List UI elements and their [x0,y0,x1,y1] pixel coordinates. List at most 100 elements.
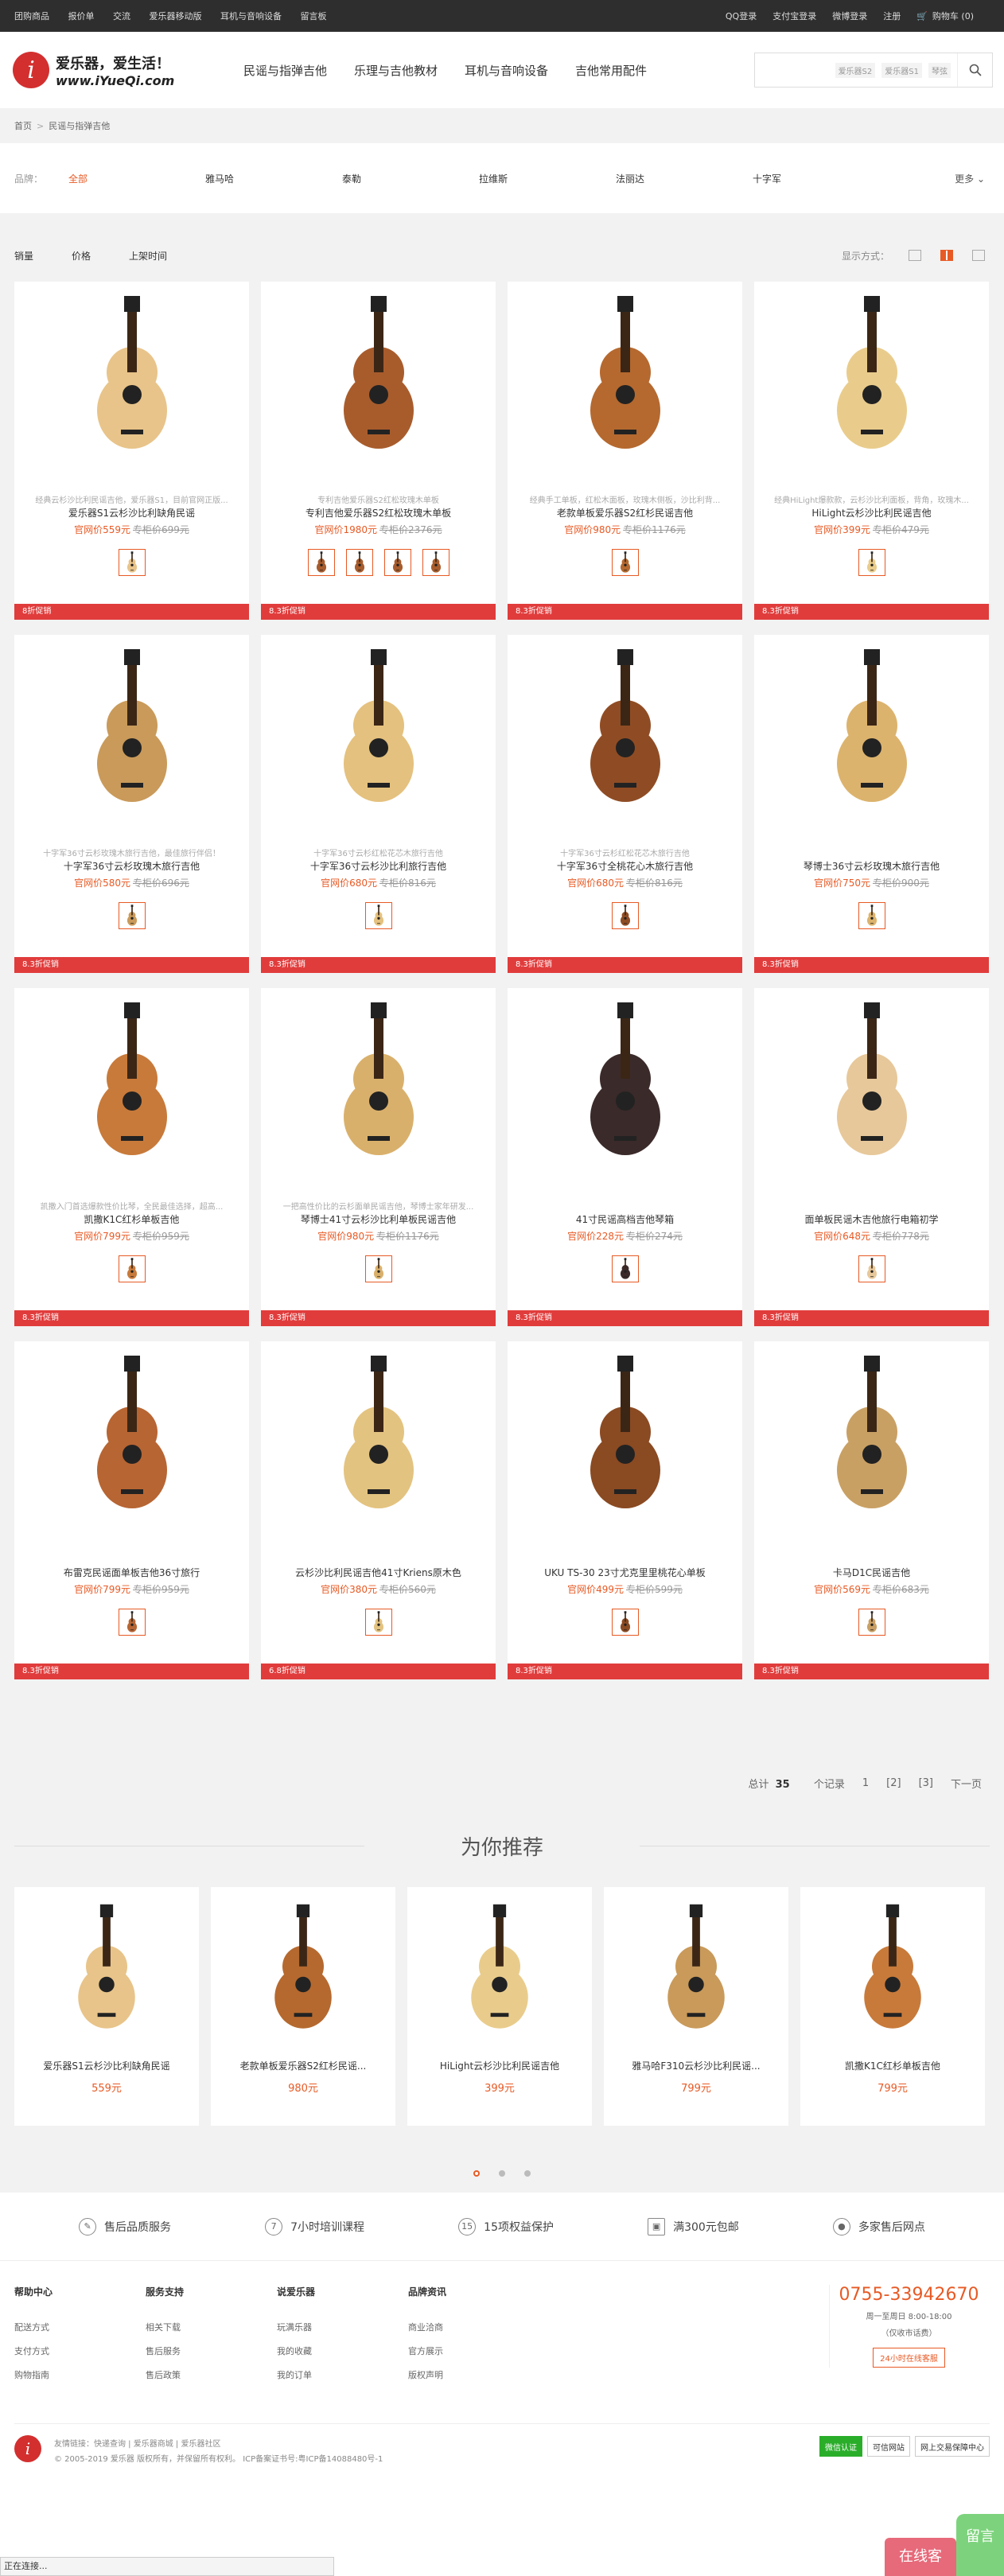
sort-newest[interactable]: 上架时间 [129,249,167,263]
brand-taylor[interactable]: 泰勒 [342,172,479,185]
product-thumb[interactable] [118,549,146,576]
product-image[interactable] [808,1002,936,1162]
product-image[interactable] [315,296,442,455]
carousel-dot[interactable] [524,2170,531,2177]
product-image[interactable] [315,1002,442,1162]
footer-link[interactable]: 支付方式 [14,2344,53,2357]
product-thumb[interactable] [345,549,373,576]
product-thumb[interactable] [383,549,411,576]
product-thumb[interactable] [364,1609,392,1636]
product-image[interactable] [315,1356,442,1515]
recommend-image[interactable] [841,1901,944,2037]
top-link[interactable]: 报价单 [68,11,95,21]
product-image[interactable] [68,296,196,455]
product-thumb[interactable] [307,549,335,576]
product-name[interactable]: 布雷克民谣面单板吉他36寸旅行 [14,1566,249,1579]
recommend-image[interactable] [55,1901,158,2037]
product-name[interactable]: HiLight云杉沙比利民谣吉他 [754,506,989,519]
nav-audio[interactable]: 耳机与音响设备 [465,62,548,79]
footer-link[interactable]: 商业洽商 [408,2321,446,2333]
product-name[interactable]: 专利吉他爱乐器S2红松玫瑰木单板 [261,506,496,519]
footer-link[interactable]: 玩满乐器 [277,2321,315,2333]
brand-crusader[interactable]: 十字军 [753,172,889,185]
breadcrumb-home[interactable]: 首页 [14,119,32,132]
recommend-name[interactable]: 雅马哈F310云杉沙比利民谣... [604,2059,788,2072]
search-button[interactable] [957,53,992,87]
product-thumb[interactable] [118,1609,146,1636]
footer-link[interactable]: 相关下载 [146,2321,184,2333]
product-name[interactable]: 琴博士41寸云杉沙比利单板民谣吉他 [261,1212,496,1226]
footer-link[interactable]: 售后政策 [146,2368,184,2381]
product-image[interactable] [68,1002,196,1162]
product-name[interactable]: 十字军36寸全桃花心木旅行吉他 [508,859,742,873]
recommend-card[interactable]: HiLight云杉沙比利民谣吉他 399元 [407,1887,592,2126]
product-name[interactable]: UKU TS-30 23寸尤克里里桃花心单板 [508,1566,742,1579]
recommend-card[interactable]: 老款单板爱乐器S2红杉民谣... 980元 [211,1887,395,2126]
footer-link[interactable]: 我的收藏 [277,2344,315,2357]
product-image[interactable] [562,296,689,455]
product-thumb[interactable] [858,1255,885,1282]
brand-all[interactable]: 全部 [68,172,205,185]
text-view-icon[interactable] [972,250,985,261]
alipay-login-link[interactable]: 支付宝登录 [772,10,816,22]
product-card[interactable]: 经典手工单板，红松木面板，玫瑰木侧板，沙比利背... 老款单板爱乐器S2红杉民谣吉… [508,282,742,620]
product-name[interactable]: 琴博士36寸云杉玫瑰木旅行吉他 [754,859,989,873]
list-view-icon[interactable] [909,250,921,261]
recommend-name[interactable]: 爱乐器S1云杉沙比利缺角民谣 [14,2059,199,2072]
brand-more-button[interactable]: 更多 ⌄ [955,172,985,185]
product-card[interactable]: 十字军36寸云杉红松花芯木旅行吉他 十字军36寸全桃花心木旅行吉他 官网价680元专… [508,635,742,973]
product-image[interactable] [562,1356,689,1515]
nav-theory-books[interactable]: 乐理与吉他教材 [354,62,438,79]
top-link[interactable]: 爱乐器移动版 [150,11,202,21]
recommend-card[interactable]: 雅马哈F310云杉沙比利民谣... 799元 [604,1887,788,2126]
product-image[interactable] [808,296,936,455]
product-thumb[interactable] [611,549,639,576]
top-link[interactable]: 留言板 [301,11,327,21]
site-logo[interactable]: i 爱乐器，爱生活！ www.iYueQi.com [13,52,220,88]
product-card[interactable]: 琴博士36寸云杉玫瑰木旅行吉他 官网价750元 专柜价900元 8.3折促销 [754,635,989,973]
nav-folk-guitar[interactable]: 民谣与指弹吉他 [243,62,327,79]
product-image[interactable] [68,649,196,808]
cart-icon[interactable]: 🛒 [916,11,928,21]
online-chat-widget[interactable]: 在线客 [885,2538,956,2576]
grid-view-icon[interactable] [940,250,953,261]
product-name[interactable]: 云杉沙比利民谣吉他41寸Kriens原木色 [261,1566,496,1579]
product-thumb[interactable] [858,549,885,576]
product-name[interactable]: 面单板民谣木吉他旅行电箱初学 [754,1212,989,1226]
product-thumb[interactable] [611,1255,639,1282]
recommend-image[interactable] [251,1901,355,2037]
product-thumb[interactable] [422,549,449,576]
sort-price[interactable]: 价格 [72,249,91,263]
product-thumb[interactable] [611,902,639,929]
product-card[interactable]: 卡马D1C民谣吉他 官网价569元 专柜价683元 8.3折促销 [754,1341,989,1679]
recommend-name[interactable]: HiLight云杉沙比利民谣吉他 [407,2059,592,2072]
product-card[interactable]: 十字军36寸云杉玫瑰木旅行吉他，最佳旅行伴侣！ 十字军36寸云杉玫瑰木旅行吉他 官网… [14,635,249,973]
register-link[interactable]: 注册 [883,10,901,22]
product-card[interactable]: 一把高性价比的云杉面单民谣吉他，琴博士家年研发... 琴博士41寸云杉沙比利单板民… [261,988,496,1326]
top-link[interactable]: 交流 [113,11,130,21]
recommend-image[interactable] [448,1901,551,2037]
product-name[interactable]: 凯撒K1C红杉单板吉他 [14,1212,249,1226]
recommend-card[interactable]: 凯撒K1C红杉单板吉他 799元 [800,1887,985,2126]
footer-link[interactable]: 版权声明 [408,2368,446,2381]
recommend-name[interactable]: 老款单板爱乐器S2红杉民谣... [211,2059,395,2072]
product-image[interactable] [562,1002,689,1162]
search-tag[interactable]: 琴弦 [928,62,951,78]
recommend-image[interactable] [644,1901,748,2037]
page-3[interactable]: [3] [919,1777,933,1789]
breadcrumb-current[interactable]: 民谣与指弹吉他 [49,119,110,132]
top-link[interactable]: 耳机与音响设备 [220,11,282,21]
brand-farida[interactable]: 法丽达 [616,172,753,185]
recommend-card[interactable]: 爱乐器S1云杉沙比利缺角民谣 559元 [14,1887,199,2126]
product-name[interactable]: 卡马D1C民谣吉他 [754,1566,989,1579]
search-box[interactable]: 爱乐器S2 爱乐器S1 琴弦 [754,53,993,88]
trusted-site-badge[interactable]: 可信网站 [867,2436,910,2457]
product-name[interactable]: 老款单板爱乐器S2红杉民谣吉他 [508,506,742,519]
trade-guarantee-badge[interactable]: 网上交易保障中心 [915,2436,990,2457]
product-thumb[interactable] [364,902,392,929]
online-service-button[interactable]: 24小时在线客服 [873,2348,945,2368]
product-image[interactable] [808,1356,936,1515]
page-2[interactable]: [2] [886,1777,901,1789]
footer-link[interactable]: 我的订单 [277,2368,315,2381]
product-card[interactable]: 经典HiLight爆款款，云杉沙比利面板，背角，玫瑰木... HiLight云杉沙… [754,282,989,620]
